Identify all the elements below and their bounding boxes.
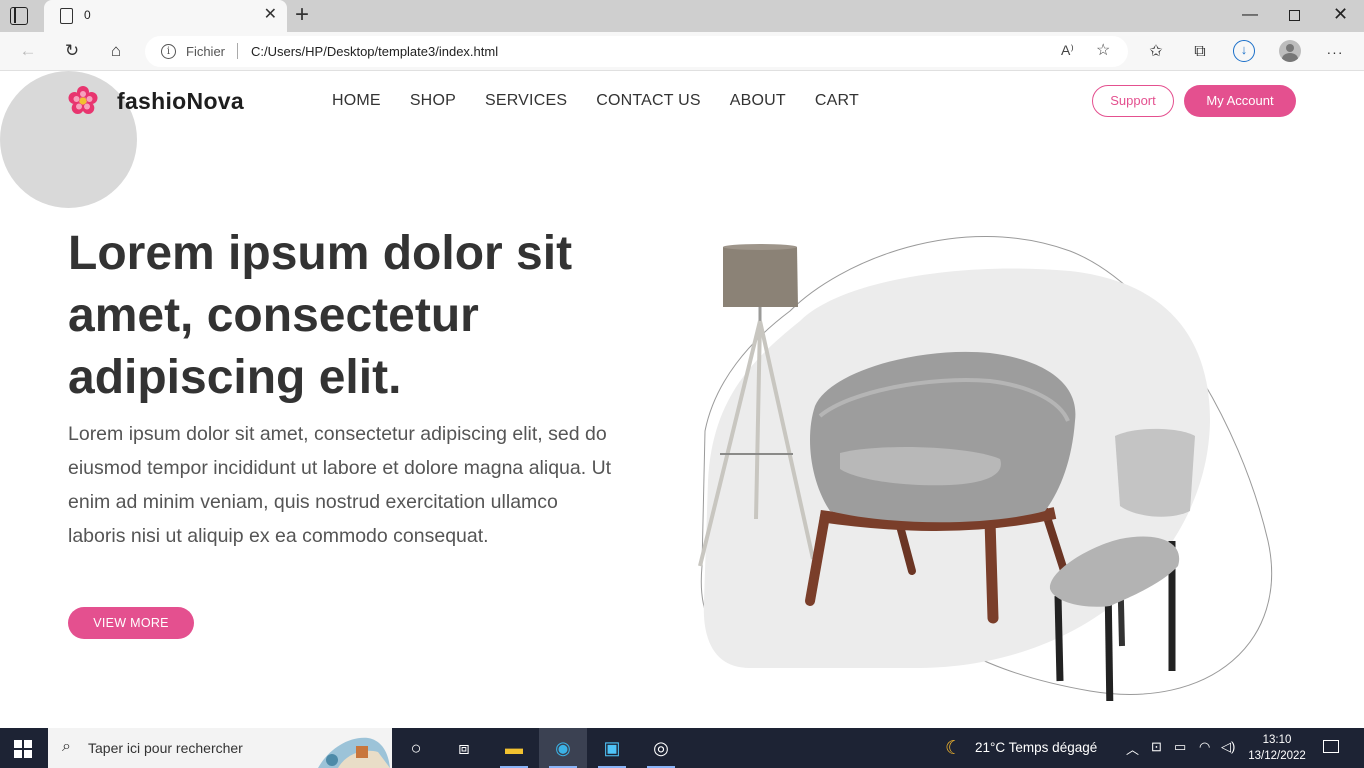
battery-icon[interactable]: ▭ (1174, 739, 1186, 755)
web-page: fashioNova HOME SHOP SERVICES CONTACT US… (0, 71, 1364, 728)
brand-name[interactable]: fashioNova (117, 88, 244, 115)
collections-icon[interactable]: ⧉ (1189, 41, 1211, 63)
nav-about[interactable]: ABOUT (730, 92, 786, 110)
wifi-icon[interactable]: ◠ (1199, 739, 1210, 755)
file-explorer-icon[interactable]: ▬ (490, 728, 538, 768)
read-aloud-icon[interactable]: A⁾ (1061, 42, 1074, 59)
tab-close-icon[interactable]: ✕ (264, 6, 277, 24)
tab-title: 0 (84, 8, 91, 22)
volume-icon[interactable]: ◁) (1221, 739, 1235, 755)
minimize-icon[interactable]: — (1242, 6, 1258, 24)
address-scheme-label: Fichier (186, 44, 226, 59)
address-separator (237, 43, 238, 59)
main-navigation: HOME SHOP SERVICES CONTACT US ABOUT CART (332, 92, 859, 110)
windows-start-icon[interactable] (14, 740, 32, 758)
nav-services[interactable]: SERVICES (485, 92, 567, 110)
file-icon (60, 8, 73, 24)
hero-title: Lorem ipsum dolor sit amet, consectetur … (68, 227, 573, 404)
view-more-button[interactable]: VIEW MORE (68, 607, 194, 639)
clock-time: 13:10 (1262, 734, 1292, 746)
restore-icon[interactable] (1289, 10, 1300, 21)
notification-icon[interactable] (1323, 740, 1339, 753)
address-bar[interactable]: i Fichier C:/Users/HP/Desktop/template3/… (145, 36, 1128, 67)
clock-date: 13/12/2022 (1248, 750, 1306, 762)
task-view-icon[interactable]: ⧈ (440, 728, 488, 768)
new-tab-icon[interactable]: + (295, 2, 309, 28)
my-account-button[interactable]: My Account (1184, 85, 1296, 117)
furniture-illustration (698, 236, 1273, 701)
support-button[interactable]: Support (1092, 85, 1174, 117)
window-close-icon[interactable]: ✕ (1333, 4, 1348, 25)
taskbar-search[interactable]: ⌕ Taper ici pour rechercher (48, 728, 392, 768)
code-editor-icon[interactable]: ▣ (588, 728, 636, 768)
favorites-icon[interactable]: ✩ (1145, 41, 1167, 63)
nav-contact-us[interactable]: CONTACT US (596, 92, 701, 110)
tab-actions-icon[interactable] (10, 7, 28, 25)
browser-toolbar: ← ↻ ⌂ i Fichier C:/Users/HP/Desktop/temp… (0, 32, 1364, 71)
more-menu-icon[interactable]: ··· (1324, 41, 1346, 63)
weather-text[interactable]: 21°C Temps dégagé (975, 740, 1097, 755)
moon-weather-icon[interactable]: ☾ (945, 737, 962, 760)
system-clock[interactable]: 13:10 13/12/2022 (1247, 732, 1307, 764)
meet-now-icon[interactable]: ⊡ (1151, 739, 1162, 755)
nav-home[interactable]: HOME (332, 92, 381, 110)
back-arrow-icon[interactable]: ← (16, 39, 40, 63)
chevron-up-icon[interactable]: ︿ (1126, 739, 1139, 758)
cortana-icon[interactable]: ○ (392, 728, 440, 768)
home-icon[interactable]: ⌂ (104, 39, 128, 63)
add-favorite-icon[interactable]: ☆ (1096, 40, 1110, 60)
url-text[interactable]: C:/Users/HP/Desktop/template3/index.html (251, 44, 498, 59)
download-icon[interactable]: ↓ (1233, 40, 1255, 62)
nav-cart[interactable]: CART (815, 92, 859, 110)
edge-browser-icon[interactable]: ◉ (539, 728, 587, 768)
profile-avatar-icon[interactable] (1279, 40, 1301, 62)
chrome-icon[interactable]: ◎ (637, 728, 685, 768)
hero-description: Lorem ipsum dolor sit amet, consectetur … (68, 423, 612, 547)
browser-tab-bar: 0 ✕ + — ✕ (0, 0, 1364, 32)
search-highlight-illustration (318, 737, 390, 768)
windows-taskbar: ⌕ Taper ici pour rechercher ○ ⧈ ▬ ◉ ▣ ◎ … (0, 728, 1364, 768)
refresh-icon[interactable]: ↻ (60, 39, 84, 63)
nav-shop[interactable]: SHOP (410, 92, 456, 110)
info-icon[interactable]: i (161, 44, 176, 59)
search-icon: ⌕ (62, 738, 71, 755)
browser-tab[interactable]: 0 ✕ (44, 0, 287, 32)
search-placeholder: Taper ici pour rechercher (88, 740, 243, 756)
flower-logo-icon (68, 86, 98, 114)
